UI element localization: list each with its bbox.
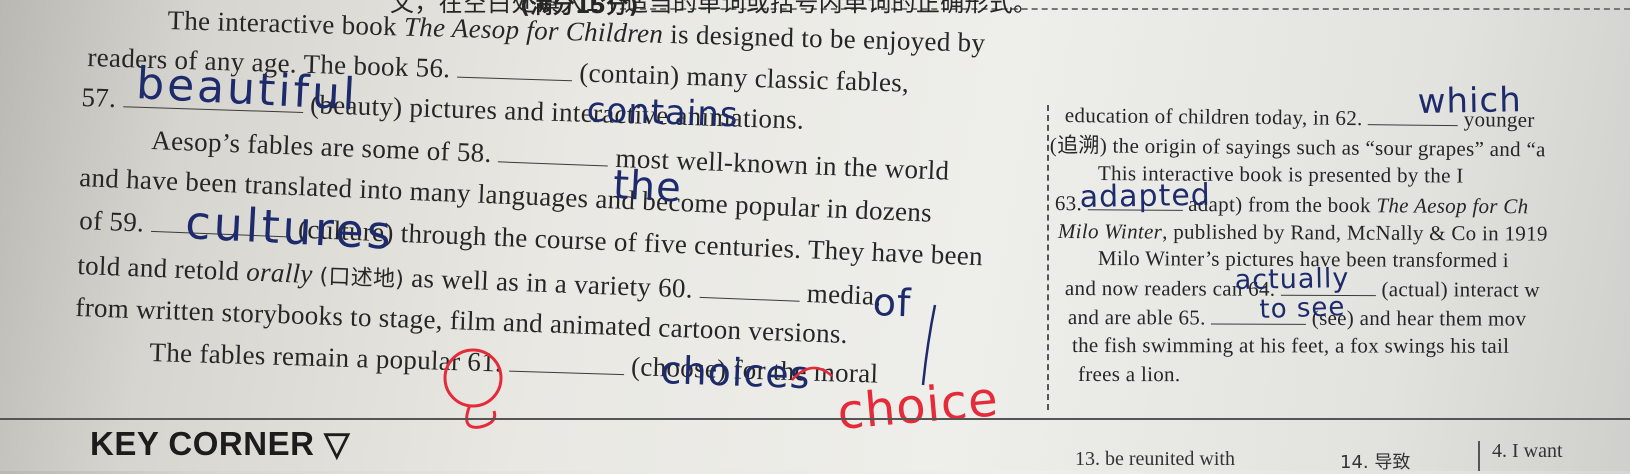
red-tail-mark <box>465 404 497 429</box>
red-circle-mark <box>443 348 503 408</box>
bottom-item-14: 14. 导致 <box>1340 452 1411 473</box>
key-corner-heading: KEY CORNER ▽ <box>90 425 350 462</box>
bottom-item-13: 13. be reunited with <box>1075 448 1235 470</box>
section-rule <box>0 418 1630 420</box>
red-pen-marks <box>443 304 937 429</box>
pen-stroke-mark <box>921 304 937 386</box>
worksheet-page: 文，在空白处填入1个适当的单词或括号内单词的正确形式。 (满分15分) The … <box>0 0 1630 473</box>
bottom-divider <box>1478 441 1480 471</box>
bottom-item-4: 4. I want <box>1492 440 1563 462</box>
red-strike-mark <box>791 366 833 381</box>
